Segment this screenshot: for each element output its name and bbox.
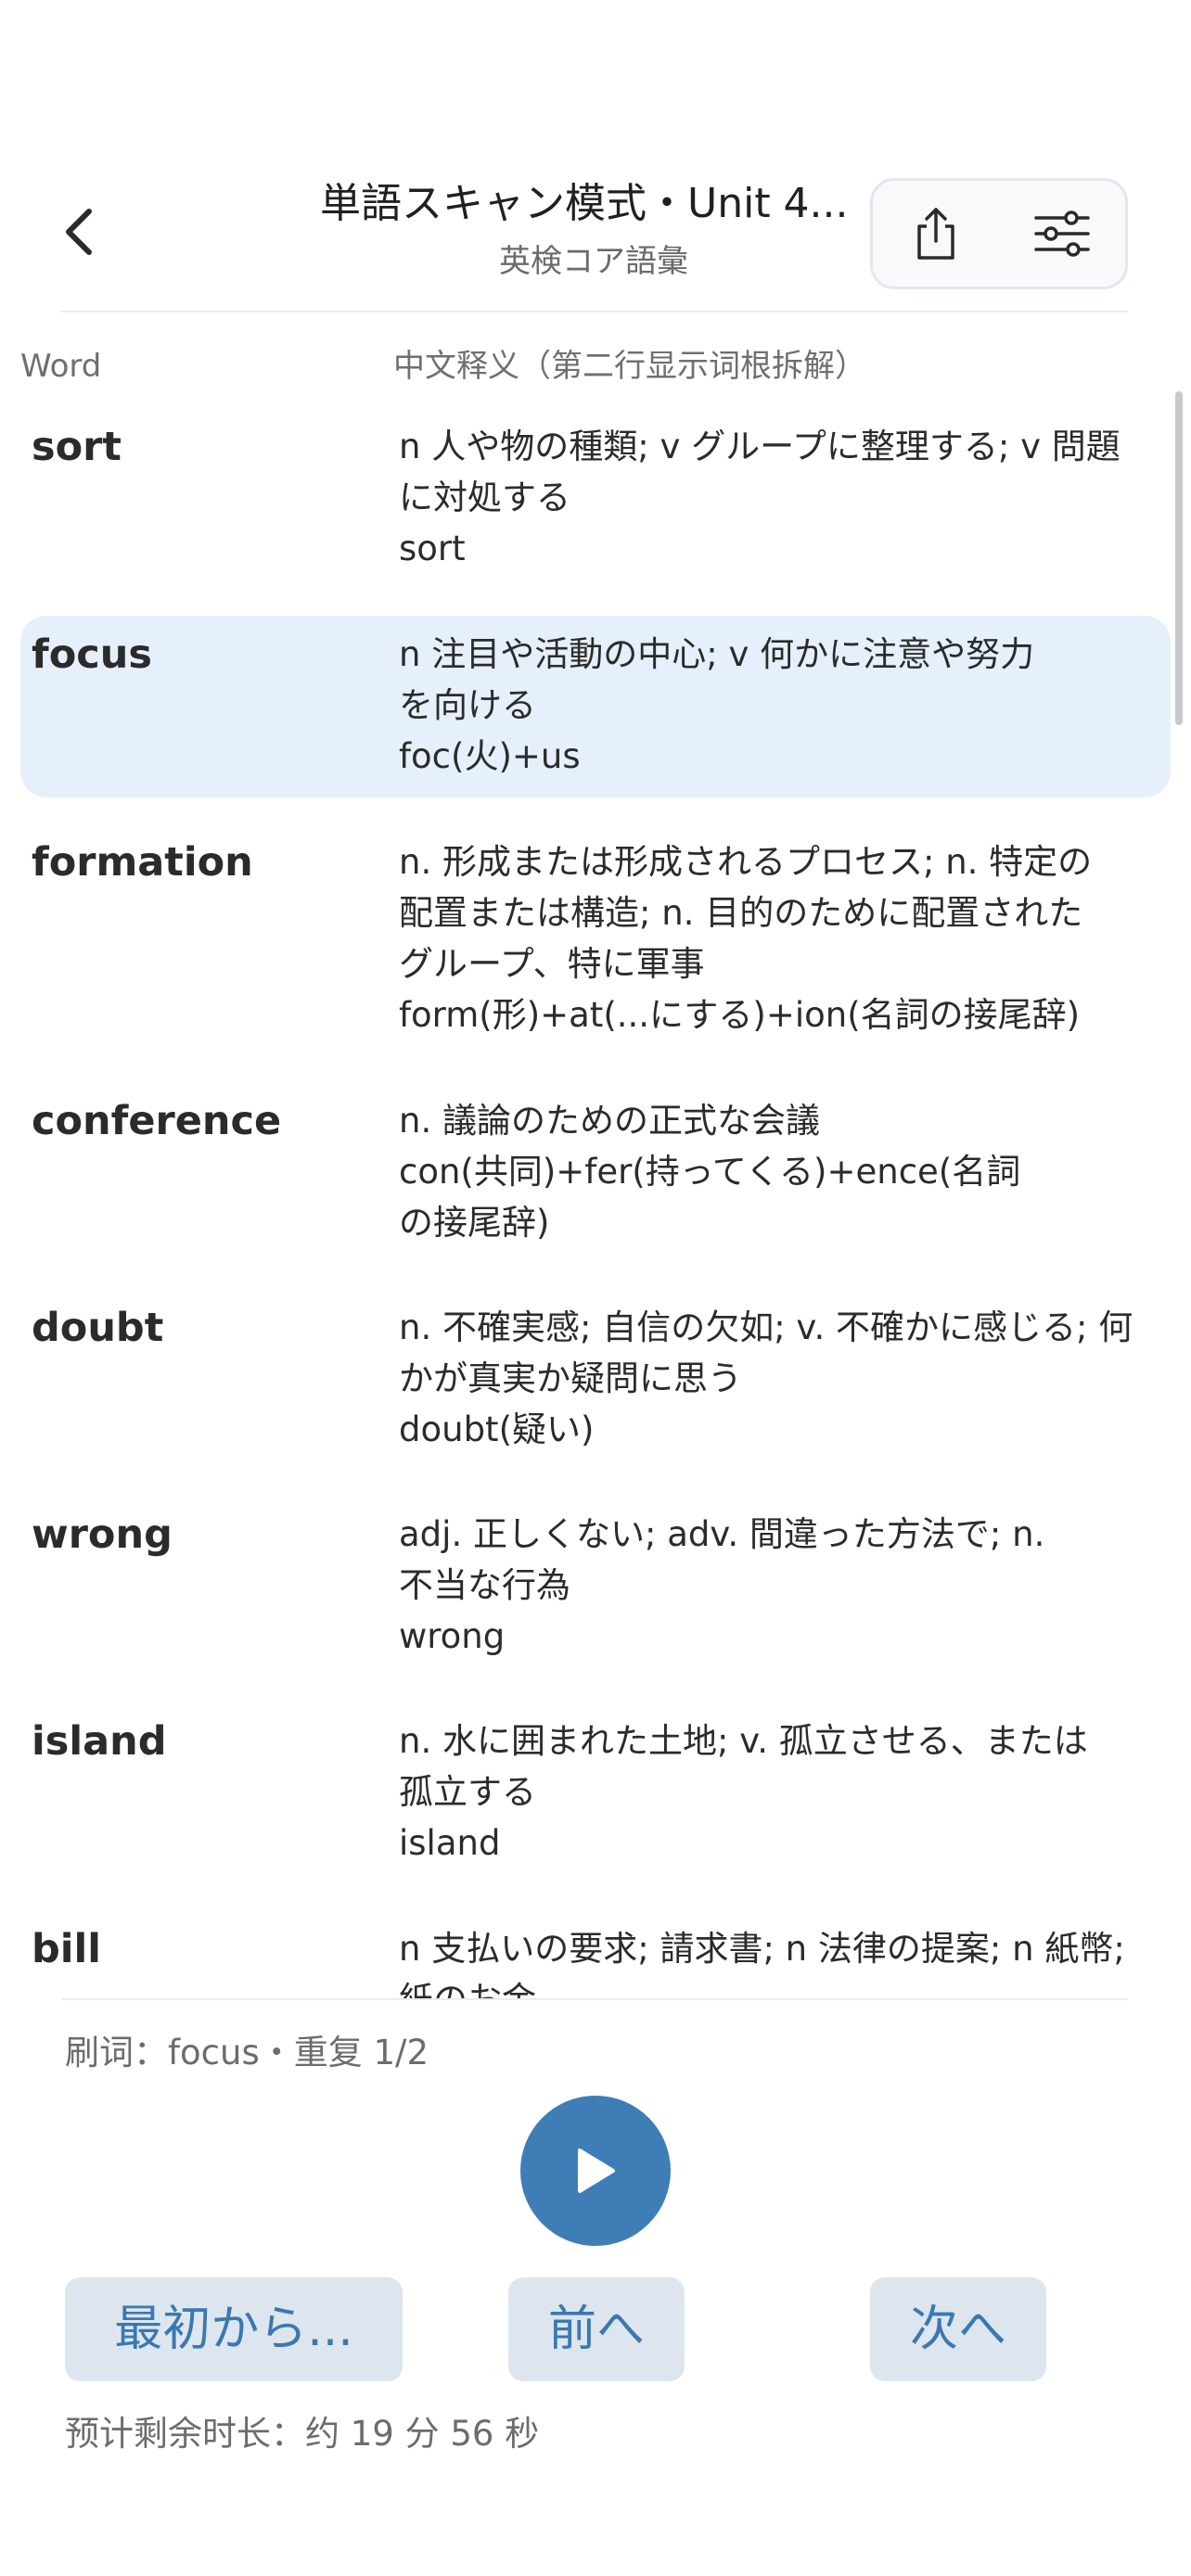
definition-line: を向ける (399, 685, 536, 725)
definition-line: n 注目や活動の中心; v 何かに注意や努力 (399, 634, 1035, 674)
root-breakdown: con(共同)+fer(持ってくる)+ence(名詞 (399, 1152, 1021, 1192)
definition-text: n. 議論のための正式な会議 con(共同)+fer(持ってくる)+ence(名… (399, 1095, 1169, 1248)
list-item[interactable]: formation n. 形成または形成されるプロセス; n. 特定の 配置また… (20, 823, 1171, 1055)
definition-line: n. 形成または形成されるプロセス; n. 特定の (399, 842, 1093, 882)
restart-button[interactable]: 最初から... (65, 2277, 403, 2381)
page-subtitle: 英検コア語彙 (499, 243, 688, 280)
definition-text: adj. 正しくない; adv. 間違った方法で; n. 不当な行為 wrong (399, 1509, 1169, 1662)
word-text: doubt (32, 1305, 164, 1351)
word-text: island (32, 1718, 167, 1765)
word-list[interactable]: sort n 人や物の種類; v グループに整理する; v 問題 に対処する s… (0, 408, 1191, 1999)
definition-text: n. 形成または形成されるプロセス; n. 特定の 配置または構造; n. 目的… (399, 836, 1169, 1040)
share-icon (917, 208, 954, 260)
definition-line: n. 不確実感; 自信の欠如; v. 不確かに感じる; 何 (399, 1307, 1133, 1347)
root-breakdown: sort (399, 529, 466, 568)
definition-line: 孤立する (399, 1772, 536, 1812)
root-breakdown: wrong (399, 1616, 506, 1656)
definition-line: 不当な行為 (399, 1565, 570, 1605)
definition-line: グループ、特に軍事 (399, 944, 705, 984)
list-item[interactable]: focus n 注目や活動の中心; v 何かに注意や努力 を向ける foc(火)… (20, 616, 1171, 797)
definition-line: 配置または構造; n. 目的のために配置された (399, 893, 1083, 933)
word-text: formation (32, 839, 253, 886)
root-breakdown: form(形)+at(...にする)+ion(名詞の接尾辞) (399, 995, 1081, 1035)
word-text: wrong (32, 1511, 173, 1558)
word-text: bill (32, 1926, 101, 1972)
header-toolbar (870, 178, 1128, 289)
list-scrollbar[interactable] (1175, 391, 1183, 725)
page-title: 単語スキャン模式・Unit 4... (320, 180, 849, 227)
list-item[interactable]: bill n 支払いの要求; 請求書; n 法律の提案; n 紙幣; 紙のお金 (20, 1910, 1171, 1999)
remaining-time: 预计剩余时长：约 19 分 56 秒 (65, 2414, 540, 2454)
list-item[interactable]: sort n 人や物の種類; v グループに整理する; v 問題 に対処する s… (20, 408, 1171, 590)
root-breakdown: island (399, 1823, 501, 1863)
definition-line: n 人や物の種類; v グループに整理する; v 問題 (399, 427, 1121, 466)
definition-text: n 注目や活動の中心; v 何かに注意や努力 を向ける foc(火)+us (399, 629, 1169, 782)
next-button[interactable]: 次へ (870, 2277, 1046, 2381)
definition-line: n. 水に囲まれた土地; v. 孤立させる、または (399, 1721, 1088, 1761)
root-breakdown: doubt(疑い) (399, 1409, 595, 1449)
play-icon (578, 2149, 615, 2193)
settings-button[interactable] (999, 181, 1125, 287)
practice-status: 刷词：focus・重复 1/2 (65, 2033, 429, 2072)
word-text: conference (32, 1098, 282, 1144)
root-breakdown: の接尾辞) (399, 1203, 550, 1243)
definition-line: かが真実か疑問に思う (399, 1358, 742, 1398)
word-text: focus (32, 631, 152, 678)
sliders-icon (1034, 210, 1090, 257)
list-item[interactable]: wrong adj. 正しくない; adv. 間違った方法で; n. 不当な行為… (20, 1496, 1171, 1677)
word-text: sort (32, 424, 122, 470)
previous-button[interactable]: 前へ (508, 2277, 685, 2381)
definition-text: n. 不確実感; 自信の欠如; v. 不確かに感じる; 何 かが真実か疑問に思う… (399, 1302, 1169, 1455)
play-button[interactable] (520, 2096, 671, 2246)
definition-line: n 支払いの要求; 請求書; n 法律の提案; n 紙幣; (399, 1929, 1125, 1969)
list-item[interactable]: island n. 水に囲まれた土地; v. 孤立させる、または 孤立する is… (20, 1702, 1171, 1884)
definition-text: n 支払いの要求; 請求書; n 法律の提案; n 紙幣; 紙のお金 (399, 1923, 1169, 1999)
definition-line: n. 議論のための正式な会議 (399, 1101, 820, 1141)
definition-line: に対処する (399, 478, 570, 517)
definition-text: n. 水に囲まれた土地; v. 孤立させる、または 孤立する island (399, 1715, 1169, 1868)
column-header-definition: 中文释义（第二行显示词根拆解） (393, 348, 866, 385)
definition-text: n 人や物の種類; v グループに整理する; v 問題 に対処する sort (399, 421, 1169, 574)
share-button[interactable] (873, 181, 999, 287)
header-divider (61, 311, 1128, 312)
back-button[interactable] (52, 199, 104, 264)
definition-line: adj. 正しくない; adv. 間違った方法で; n. (399, 1514, 1045, 1554)
list-item[interactable]: doubt n. 不確実感; 自信の欠如; v. 不確かに感じる; 何 かが真実… (20, 1289, 1171, 1471)
definition-line: 紙のお金 (399, 1974, 1169, 1999)
list-divider (61, 1998, 1128, 2000)
root-breakdown: foc(火)+us (399, 736, 581, 776)
column-header-word: Word (20, 348, 102, 385)
list-item[interactable]: conference n. 議論のための正式な会議 con(共同)+fer(持っ… (20, 1082, 1171, 1264)
chevron-left-icon (66, 209, 92, 255)
